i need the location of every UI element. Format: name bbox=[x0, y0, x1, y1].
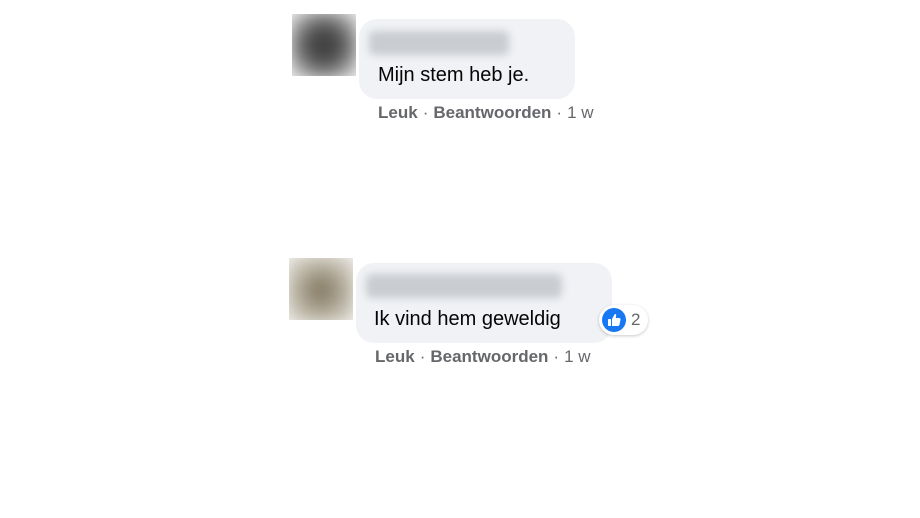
separator: · bbox=[422, 103, 429, 122]
reaction-badge[interactable]: 2 bbox=[599, 305, 649, 335]
avatar[interactable] bbox=[289, 258, 353, 320]
separator: · bbox=[553, 347, 560, 366]
comment-timestamp[interactable]: 1 w bbox=[567, 103, 593, 122]
blurred-avatar-image bbox=[289, 258, 353, 320]
reaction-count: 2 bbox=[631, 310, 641, 329]
like-link[interactable]: Leuk bbox=[378, 103, 418, 122]
comment-actions: Leuk · Beantwoorden · 1 w bbox=[378, 103, 594, 123]
reply-link[interactable]: Beantwoorden bbox=[433, 103, 551, 122]
blurred-avatar-image bbox=[292, 14, 356, 76]
thumbs-up-icon bbox=[602, 308, 626, 332]
comment-author-name[interactable] bbox=[369, 31, 509, 55]
reply-link[interactable]: Beantwoorden bbox=[430, 347, 548, 366]
comment-text: Mijn stem heb je. bbox=[378, 64, 530, 86]
comment-actions: Leuk · Beantwoorden · 1 w bbox=[375, 347, 591, 367]
separator: · bbox=[419, 347, 426, 366]
avatar[interactable] bbox=[292, 14, 356, 76]
comment-bubble: Ik vind hem geweldig bbox=[356, 263, 612, 343]
separator: · bbox=[556, 103, 563, 122]
like-link[interactable]: Leuk bbox=[375, 347, 415, 366]
comment-timestamp[interactable]: 1 w bbox=[564, 347, 590, 366]
comment-author-name[interactable] bbox=[366, 274, 562, 298]
comment-bubble: Mijn stem heb je. bbox=[359, 19, 575, 99]
comment-text: Ik vind hem geweldig bbox=[374, 308, 561, 330]
